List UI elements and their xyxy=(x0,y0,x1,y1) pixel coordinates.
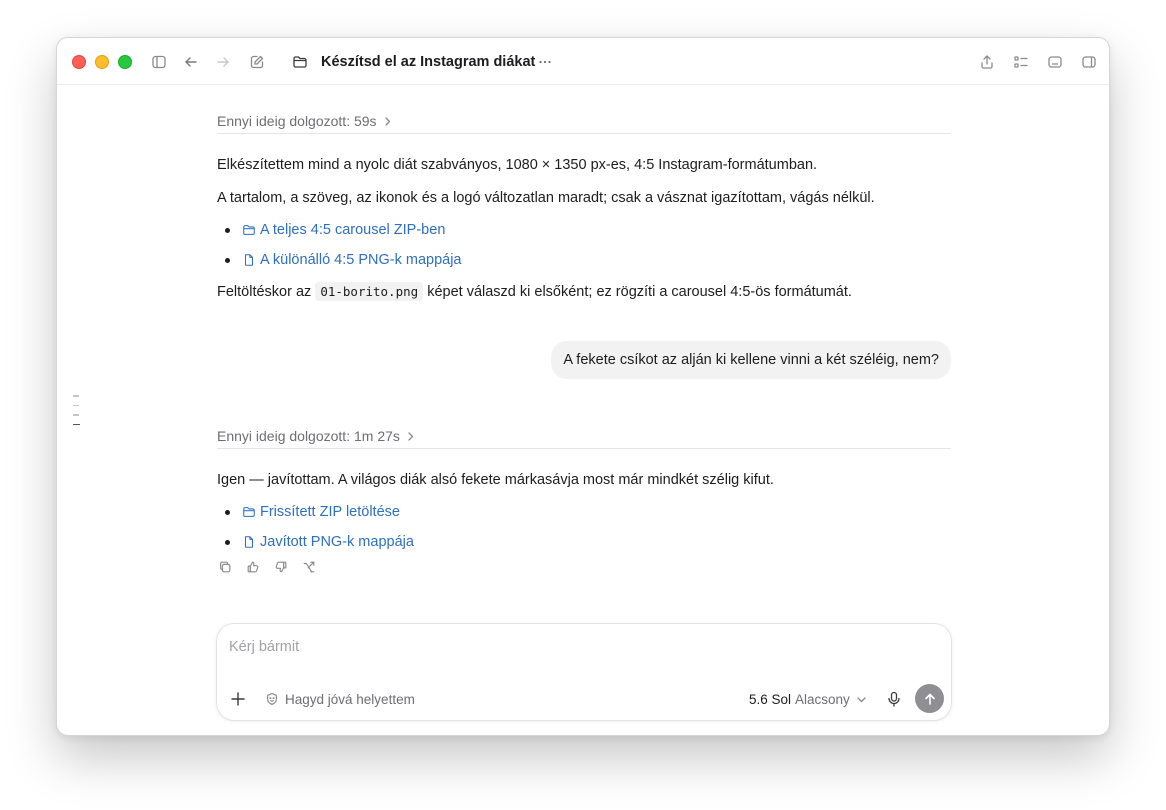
minimize-window-button[interactable] xyxy=(95,55,109,69)
app-window: Készítsd el az Instagram diákat Ennyi id… xyxy=(56,37,1110,736)
shield-icon xyxy=(267,693,277,705)
share-icon[interactable] xyxy=(977,52,997,72)
bullet-dot xyxy=(225,227,230,233)
more-icon[interactable] xyxy=(535,52,555,72)
inline-code: 01-borito.png xyxy=(315,282,424,301)
message-composer: Hagyd jóvá helyettem 5.6 Sol Alacsony xyxy=(216,623,952,721)
send-button[interactable] xyxy=(915,684,944,713)
folder-icon xyxy=(290,52,310,72)
close-window-button[interactable] xyxy=(72,55,86,69)
plus-icon xyxy=(231,692,245,706)
list-item: A különálló 4:5 PNG-k mappája xyxy=(225,250,462,270)
text-fragment: Feltöltéskor az xyxy=(217,284,312,300)
folder-icon xyxy=(243,507,255,517)
zip-download-link[interactable]: A teljes 4:5 carousel ZIP-ben xyxy=(242,220,445,240)
minimap-mark[interactable] xyxy=(73,404,79,406)
checklist-icon[interactable] xyxy=(1011,52,1031,72)
minimap-mark[interactable] xyxy=(73,414,79,416)
chevron-right-icon xyxy=(383,114,392,130)
assistant-paragraph: A tartalom, a szöveg, az ikonok és a log… xyxy=(217,190,875,206)
chevron-right-icon xyxy=(406,429,415,445)
message-input[interactable] xyxy=(229,636,829,658)
arrow-up-icon xyxy=(924,693,935,705)
bullet-dot xyxy=(225,539,230,545)
folder-icon xyxy=(243,225,255,235)
link-label[interactable]: Javított PNG-k mappája xyxy=(260,532,414,552)
chevron-down-icon xyxy=(857,696,866,702)
panel-bottom-icon[interactable] xyxy=(1045,52,1065,72)
branch-icon[interactable] xyxy=(301,559,317,575)
message-actions xyxy=(217,559,317,575)
assistant-paragraph: Feltöltéskor az 01-borito.png képet vála… xyxy=(217,282,852,302)
thought-summary[interactable]: Ennyi ideig dolgozott: 1m 27s xyxy=(217,427,951,449)
microphone-icon xyxy=(888,691,900,707)
microphone-button[interactable] xyxy=(885,690,903,708)
file-icon xyxy=(244,254,254,266)
auto-approve-toggle[interactable]: Hagyd jóvá helyettem xyxy=(265,690,415,708)
thought-summary[interactable]: Ennyi ideig dolgozott: 59s xyxy=(217,112,951,134)
list-item: Frissített ZIP letöltése xyxy=(225,502,400,522)
fixed-png-folder-link[interactable]: Javított PNG-k mappája xyxy=(242,532,414,552)
model-selector[interactable]: 5.6 Sol Alacsony xyxy=(749,690,867,708)
updated-zip-link[interactable]: Frissített ZIP letöltése xyxy=(242,502,400,522)
list-item: A teljes 4:5 carousel ZIP-ben xyxy=(225,220,445,240)
bullet-dot xyxy=(225,257,230,263)
model-name[interactable]: 5.6 Sol xyxy=(749,692,791,707)
list-item: Javított PNG-k mappája xyxy=(225,532,414,552)
copy-icon[interactable] xyxy=(217,559,233,575)
minimap-mark[interactable] xyxy=(73,395,79,397)
auto-approve-label[interactable]: Hagyd jóvá helyettem xyxy=(285,692,415,707)
maximize-window-button[interactable] xyxy=(118,55,132,69)
minimap-mark-active[interactable] xyxy=(73,423,80,425)
conversation-minimap[interactable] xyxy=(73,395,80,433)
thumbs-down-icon[interactable] xyxy=(273,559,289,575)
forward-arrow-icon[interactable] xyxy=(213,52,233,72)
model-effort[interactable]: Alacsony xyxy=(795,692,850,707)
text-fragment: képet válaszd ki elsőként; ez rögzíti a … xyxy=(427,284,852,300)
assistant-paragraph: Elkészítettem mind a nyolc diát szabvány… xyxy=(217,157,818,173)
window-title: Készítsd el az Instagram diákat xyxy=(321,54,536,70)
title-bar: Készítsd el az Instagram diákat xyxy=(57,38,1109,85)
back-arrow-icon[interactable] xyxy=(181,52,201,72)
bullet-dot xyxy=(225,509,230,515)
file-icon xyxy=(244,536,254,548)
compose-icon[interactable] xyxy=(247,52,267,72)
add-attachment-button[interactable] xyxy=(229,690,247,708)
png-folder-link[interactable]: A különálló 4:5 PNG-k mappája xyxy=(242,250,462,270)
thought-label: Ennyi ideig dolgozott: 1m 27s xyxy=(217,428,400,444)
link-label[interactable]: A különálló 4:5 PNG-k mappája xyxy=(260,250,462,270)
link-label[interactable]: A teljes 4:5 carousel ZIP-ben xyxy=(260,220,445,240)
user-message-bubble: A fekete csíkot az alján ki kellene vinn… xyxy=(551,341,951,379)
thought-label: Ennyi ideig dolgozott: 59s xyxy=(217,113,377,129)
sidebar-toggle-icon[interactable] xyxy=(149,52,169,72)
assistant-paragraph: Igen — javítottam. A világos diák alsó f… xyxy=(217,472,774,488)
link-label[interactable]: Frissített ZIP letöltése xyxy=(260,502,400,522)
panel-right-icon[interactable] xyxy=(1079,52,1099,72)
thumbs-up-icon[interactable] xyxy=(245,559,261,575)
